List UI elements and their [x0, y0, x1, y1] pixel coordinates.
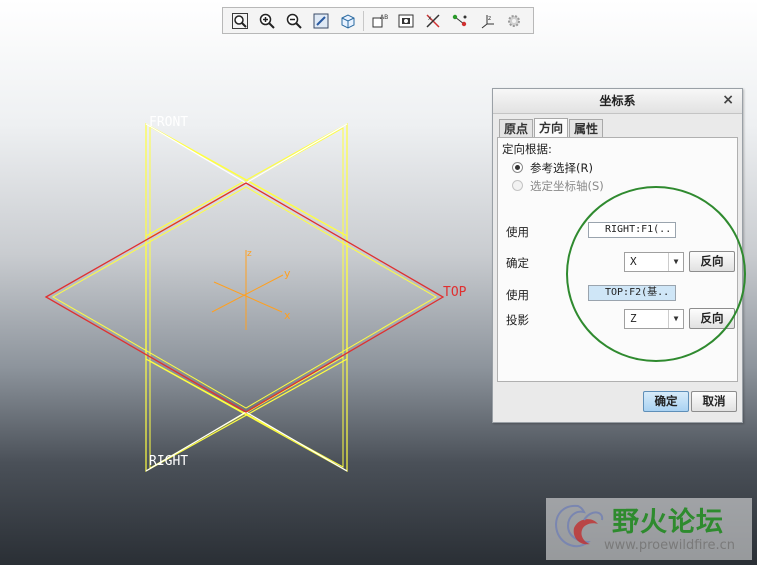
top-plane-label: TOP — [443, 285, 467, 300]
axis-label-y: y — [284, 267, 291, 280]
view-manager-icon[interactable] — [393, 9, 419, 33]
zoom-in-icon[interactable] — [254, 9, 280, 33]
radio-selected-axis — [512, 180, 523, 191]
cancel-button[interactable]: 取消 — [691, 391, 737, 412]
zoom-fit-icon[interactable] — [227, 9, 253, 33]
watermark-title: 野火论坛 — [612, 507, 724, 538]
axis-label-x: x — [284, 309, 291, 322]
tab-orientation[interactable]: 方向 — [534, 118, 569, 138]
front-plane-label: FRONT — [149, 115, 189, 130]
watermark-url: www.proewildfire.cn — [604, 538, 735, 553]
top-datum-plane — [44, 182, 445, 413]
right-plane-bottom-edge — [245, 411, 348, 472]
view-toolbar: AB x z — [222, 7, 534, 34]
right-plane-label: RIGHT — [149, 454, 189, 469]
radio-selected-axis-label: 选定坐标轴(S) — [530, 179, 604, 193]
model-viewport[interactable]: z y x — [0, 36, 490, 565]
display-style-icon[interactable] — [335, 9, 361, 33]
radio-reference-selection[interactable] — [512, 162, 523, 173]
radio-reference-selection-label: 参考选择(R) — [530, 161, 593, 175]
dialog-title: 坐标系 — [493, 89, 742, 114]
datum-display-icon[interactable]: x — [420, 9, 446, 33]
coordinate-system-axes — [211, 250, 284, 330]
orient-by-label: 定向根据: — [502, 142, 552, 156]
forum-watermark: 野火论坛 www.proewildfire.cn — [546, 498, 752, 560]
svg-text:AB: AB — [380, 14, 388, 21]
use2-label: 使用 — [506, 288, 529, 302]
determine-label: 确定 — [506, 256, 529, 270]
project-label: 投影 — [506, 313, 529, 327]
dialog-tabs: 原点 方向 属性 — [499, 118, 604, 138]
svg-text:z: z — [488, 15, 491, 22]
forum-logo-icon — [555, 504, 604, 548]
settings-icon[interactable] — [501, 9, 527, 33]
svg-text:x: x — [428, 15, 432, 22]
repaint-icon[interactable] — [308, 9, 334, 33]
saved-views-icon[interactable]: AB — [366, 9, 392, 33]
top-datum-plane-inner — [51, 186, 437, 409]
toolbar-separator — [363, 10, 364, 31]
tab-properties[interactable]: 属性 — [569, 119, 604, 137]
front-plane-edge — [145, 123, 247, 184]
axis-label-z: z — [247, 249, 252, 259]
ok-button[interactable]: 确定 — [643, 391, 689, 412]
close-icon[interactable]: × — [722, 93, 734, 107]
tab-origin[interactable]: 原点 — [499, 119, 534, 137]
right-plane-edge — [245, 123, 348, 184]
coordinate-systems-icon[interactable]: z — [474, 9, 500, 33]
use1-label: 使用 — [506, 225, 529, 239]
datum-points-icon[interactable] — [447, 9, 473, 33]
highlight-circle — [566, 186, 746, 362]
zoom-out-icon[interactable] — [281, 9, 307, 33]
